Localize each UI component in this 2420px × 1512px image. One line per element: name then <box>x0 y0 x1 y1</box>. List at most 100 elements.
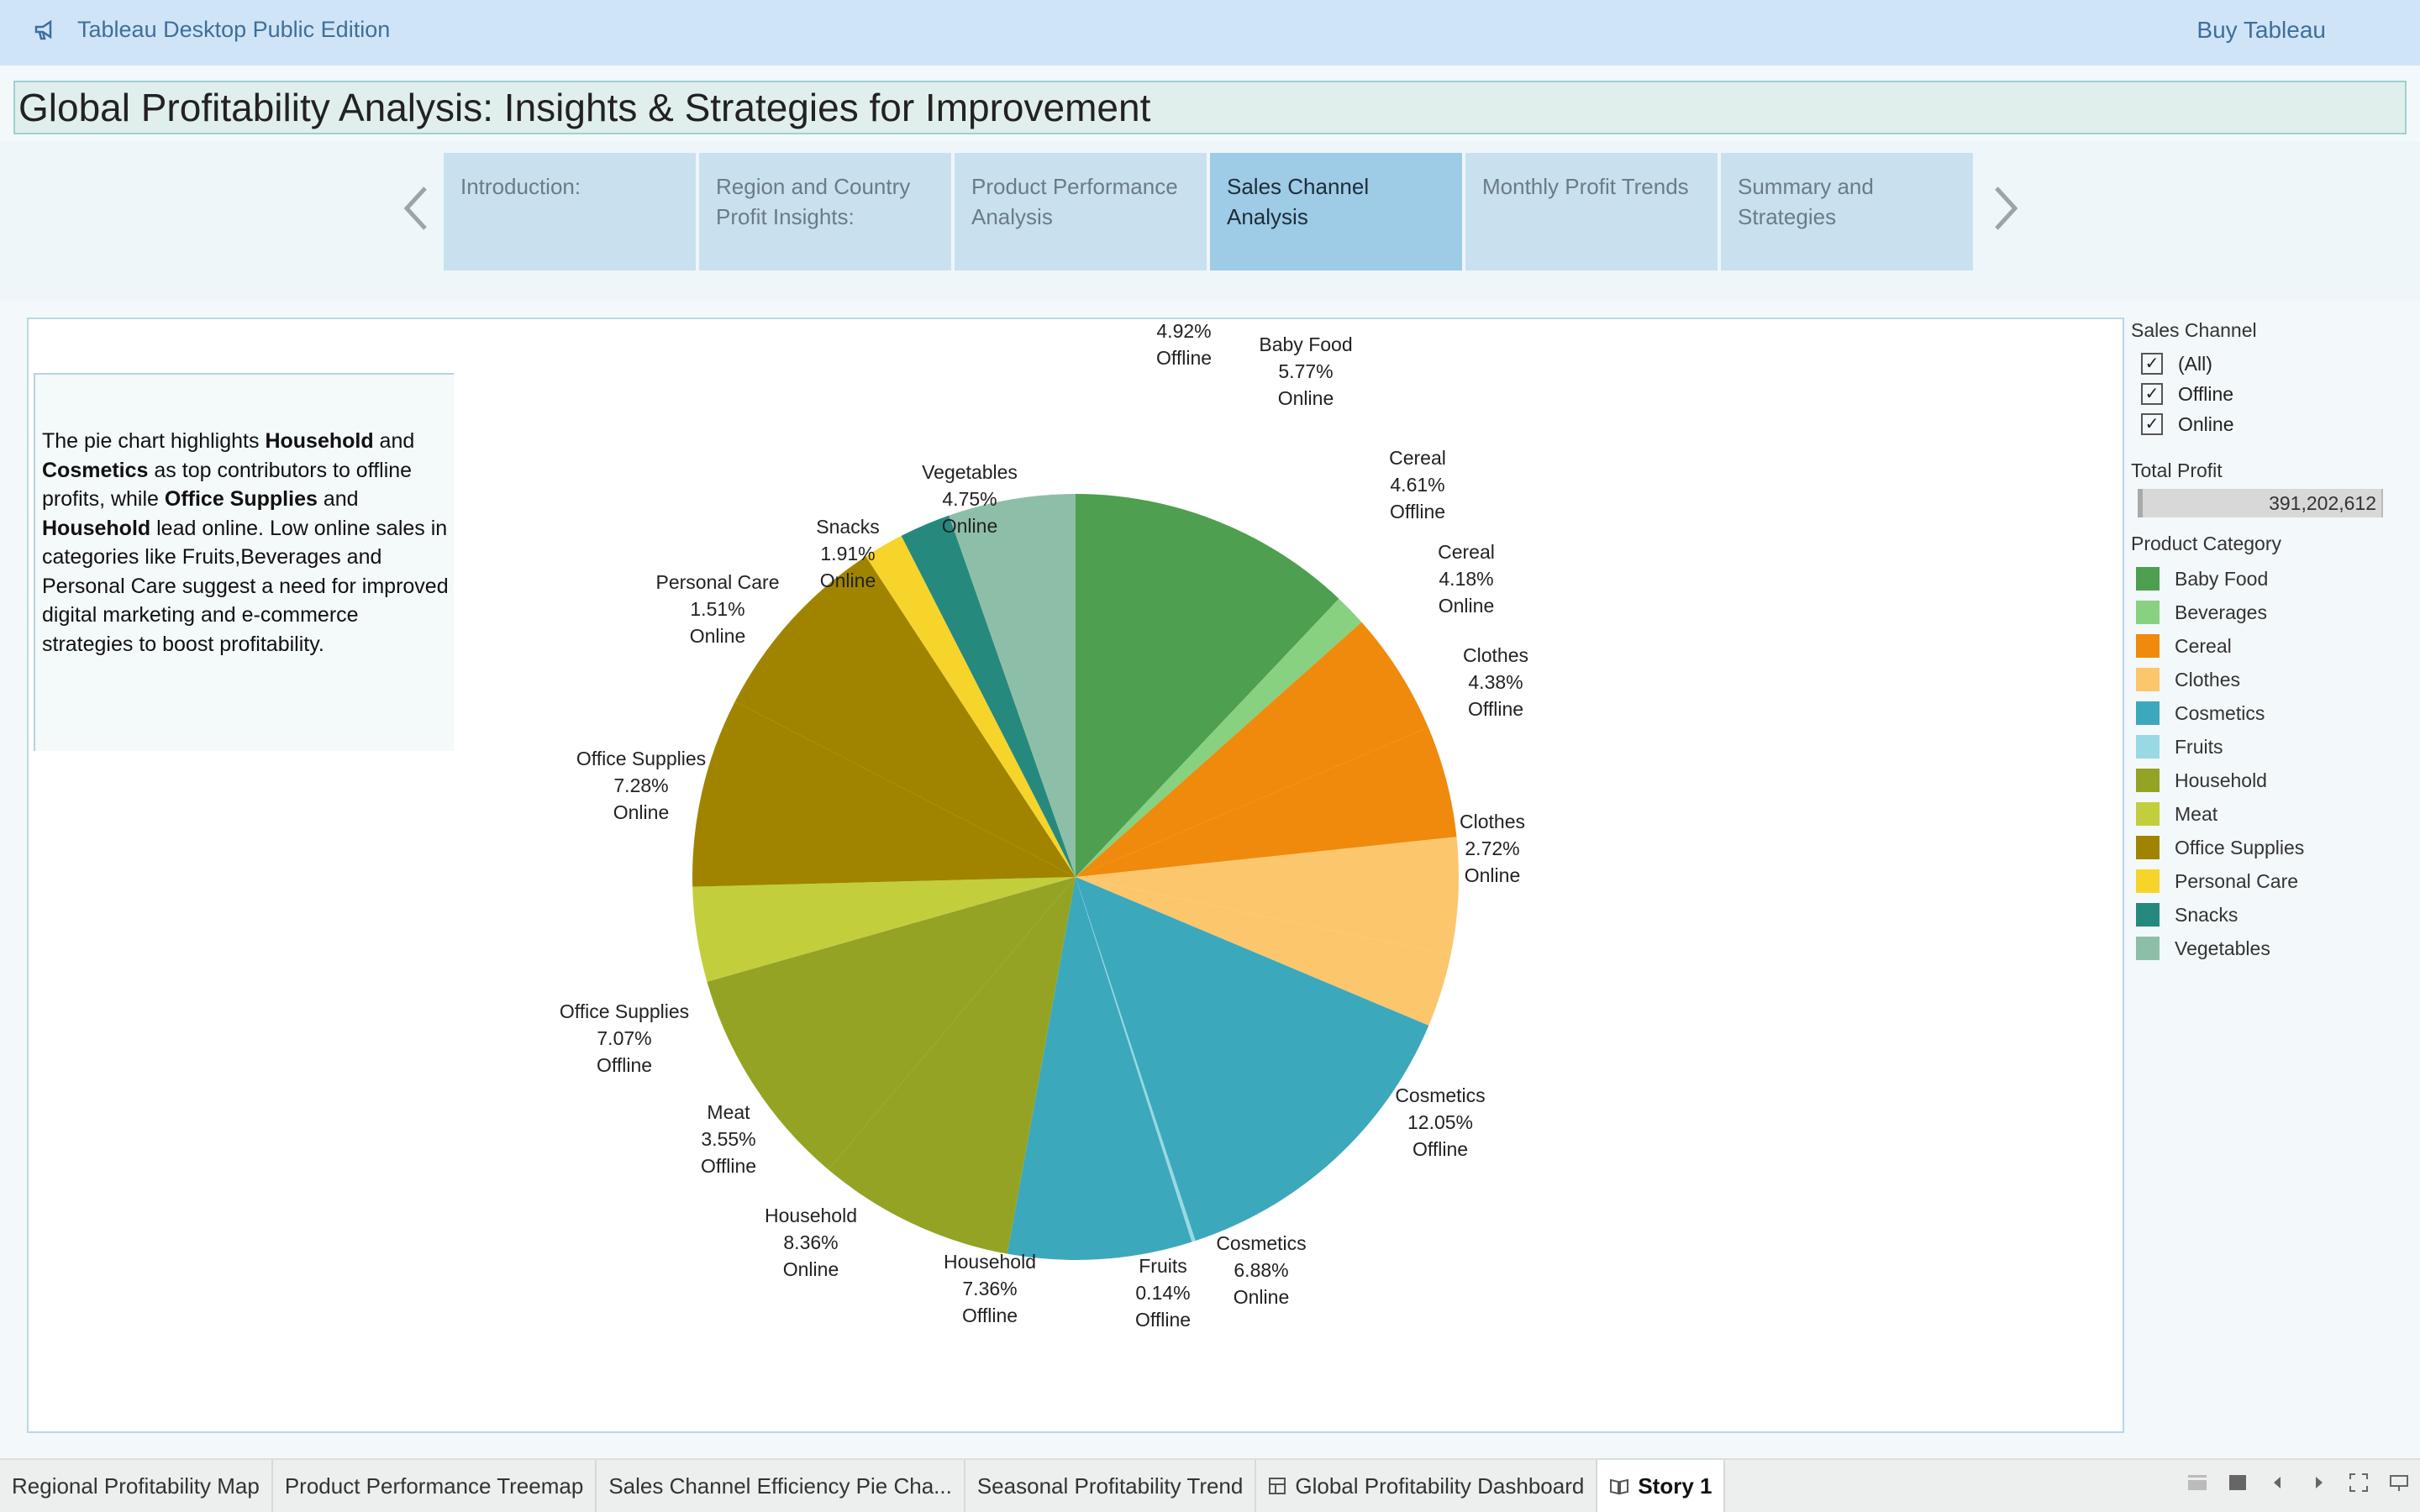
legend-item[interactable]: Beverages <box>2131 596 2417 629</box>
sheet-tab[interactable]: Regional Profitability Map <box>0 1460 273 1512</box>
story-tab-monthly-profit[interactable]: Monthly Profit Trends <box>1465 153 1718 270</box>
pie-label: 3.55% <box>701 1128 755 1150</box>
story-tabs: Introduction: Region and Country Profit … <box>444 153 1976 270</box>
legend-swatch <box>2136 668 2160 691</box>
legend-label: Meat <box>2175 802 2218 825</box>
legend-item[interactable]: Baby Food <box>2131 562 2417 596</box>
show-sheet-icon[interactable] <box>2227 1472 2249 1494</box>
filter-option-online[interactable]: ✓ Online <box>2131 409 2417 439</box>
total-profit-value: 391,202,612 <box>2269 492 2376 514</box>
show-filmstrip-icon[interactable] <box>2186 1472 2208 1494</box>
legend-label: Household <box>2175 769 2267 791</box>
app-title-group: Tableau Desktop Public Edition <box>34 17 390 43</box>
pie-label: Household <box>944 1251 1036 1273</box>
legend-label: Personal Care <box>2175 869 2299 892</box>
pie-label: Clothes <box>1463 644 1528 666</box>
view-controls <box>2186 1472 2410 1494</box>
sheet-tab-label: Product Performance Treemap <box>284 1473 584 1499</box>
legend-label: Cosmetics <box>2175 701 2265 724</box>
pie-label: Cosmetics <box>1216 1232 1306 1254</box>
pie-label: Online <box>820 570 876 591</box>
legend-swatch <box>2136 735 2160 759</box>
pie-label: 0.14% <box>1135 1282 1190 1304</box>
legend-swatch <box>2136 601 2160 624</box>
legend-item[interactable]: Personal Care <box>2131 864 2417 898</box>
legend-label: Fruits <box>2175 735 2223 758</box>
pie-label: 2.72% <box>1465 837 1519 859</box>
story-tab-region-country[interactable]: Region and Country Profit Insights: <box>699 153 951 270</box>
pie-label: Online <box>1439 595 1494 617</box>
legend-label: Cereal <box>2175 634 2232 657</box>
pie-label: Offline <box>1156 347 1212 369</box>
legend-item[interactable]: Fruits <box>2131 730 2417 764</box>
next-story-point-arrow-icon[interactable] <box>1988 183 2022 234</box>
previous-story-point-arrow-icon[interactable] <box>400 183 434 234</box>
story-tab-introduction[interactable]: Introduction: <box>444 153 696 270</box>
legend-label: Beverages <box>2175 601 2267 623</box>
checkbox-checked-icon[interactable]: ✓ <box>2141 383 2163 405</box>
pie-label: Online <box>783 1258 839 1280</box>
story-tab-summary[interactable]: Summary and Strategies <box>1721 153 1973 270</box>
pie-label: Online <box>942 515 997 537</box>
sheet-tab[interactable]: Seasonal Profitability Trend <box>965 1460 1257 1512</box>
pie-label: 6.88% <box>1234 1259 1288 1281</box>
sheet-tab[interactable]: Product Performance Treemap <box>273 1460 597 1512</box>
legend-item[interactable]: Cereal <box>2131 629 2417 663</box>
pie-label: Vegetables <box>922 461 1018 483</box>
checkbox-checked-icon[interactable]: ✓ <box>2141 353 2163 375</box>
fit-screen-icon[interactable] <box>2348 1472 2370 1494</box>
pie-label: Offline <box>1413 1138 1468 1160</box>
sheet-tab-label: Regional Profitability Map <box>12 1473 260 1499</box>
megaphone-icon <box>34 19 52 39</box>
pie-label: Offline <box>962 1305 1018 1326</box>
presentation-mode-icon[interactable] <box>2388 1472 2410 1494</box>
story-tab-sales-channel[interactable]: Sales Channel Analysis <box>1210 153 1462 270</box>
product-category-legend: Baby Food Beverages Cereal Clothes Cosmetics… <box>2131 562 2417 965</box>
pie-label: 8.36% <box>783 1231 838 1253</box>
story-tab-product-performance[interactable]: Product Performance Analysis <box>955 153 1207 270</box>
pie-label: Cosmetics <box>1395 1084 1485 1106</box>
legend-label: Vegetables <box>2175 937 2270 959</box>
legend-swatch <box>2136 869 2160 893</box>
scroll-left-icon[interactable] <box>2267 1472 2289 1494</box>
pie-label: Cereal <box>1389 447 1446 469</box>
sheet-tab-label: Global Profitability Dashboard <box>1295 1473 1585 1499</box>
legend-item[interactable]: Office Supplies <box>2131 831 2417 864</box>
filter-option-all[interactable]: ✓ (All) <box>2131 349 2417 379</box>
pie-label: Fruits <box>1139 1255 1187 1277</box>
sheet-tab[interactable]: Story 1 <box>1597 1460 1726 1512</box>
legend-item[interactable]: Snacks <box>2131 898 2417 932</box>
legend-swatch <box>2136 836 2160 859</box>
pie-label: 4.92% <box>1156 320 1211 342</box>
story-content: The pie chart highlights Household and C… <box>27 318 2124 1433</box>
buy-tableau-link[interactable]: Buy Tableau <box>2196 17 2326 44</box>
pie-label: Offline <box>1390 501 1445 522</box>
legend-item[interactable]: Clothes <box>2131 663 2417 696</box>
sheet-tab-bar: Regional Profitability Map Product Perfor… <box>0 1458 2420 1512</box>
pie-label: 7.36% <box>962 1278 1017 1299</box>
legend-item[interactable]: Meat <box>2131 797 2417 831</box>
filter-option-offline[interactable]: ✓ Offline <box>2131 379 2417 409</box>
sheet-tab[interactable]: Global Profitability Dashboard <box>1256 1460 1598 1512</box>
pie-label: 4.18% <box>1439 568 1493 590</box>
legend-item[interactable]: Cosmetics <box>2131 696 2417 730</box>
pie-label: Baby Food <box>1259 333 1352 355</box>
sales-channel-pie-chart[interactable]: Baby Food4.92%OfflineBaby Food5.77%Onlin… <box>29 319 2123 1431</box>
story-icon <box>1610 1478 1629 1495</box>
pie-label: Meat <box>707 1101 750 1123</box>
pie-label: Offline <box>1135 1309 1191 1331</box>
pie-label: Online <box>1465 864 1520 886</box>
sheet-tab[interactable]: Sales Channel Efficiency Pie Cha... <box>597 1460 965 1512</box>
pie-label: Online <box>690 625 745 647</box>
top-bar: Tableau Desktop Public Edition Buy Table… <box>0 0 2420 66</box>
legend-label: Snacks <box>2175 903 2238 926</box>
legend-label: Baby Food <box>2175 567 2269 590</box>
legend-item[interactable]: Household <box>2131 764 2417 797</box>
checkbox-checked-icon[interactable]: ✓ <box>2141 413 2163 435</box>
legend-item[interactable]: Vegetables <box>2131 932 2417 965</box>
dashboard-icon <box>1269 1478 1286 1494</box>
scroll-right-icon[interactable] <box>2307 1472 2329 1494</box>
pie-label: Offline <box>701 1155 756 1177</box>
sheet-tab-label: Sales Channel Efficiency Pie Cha... <box>608 1473 952 1499</box>
total-profit-range-slider[interactable]: 391,202,612 <box>2138 489 2383 517</box>
